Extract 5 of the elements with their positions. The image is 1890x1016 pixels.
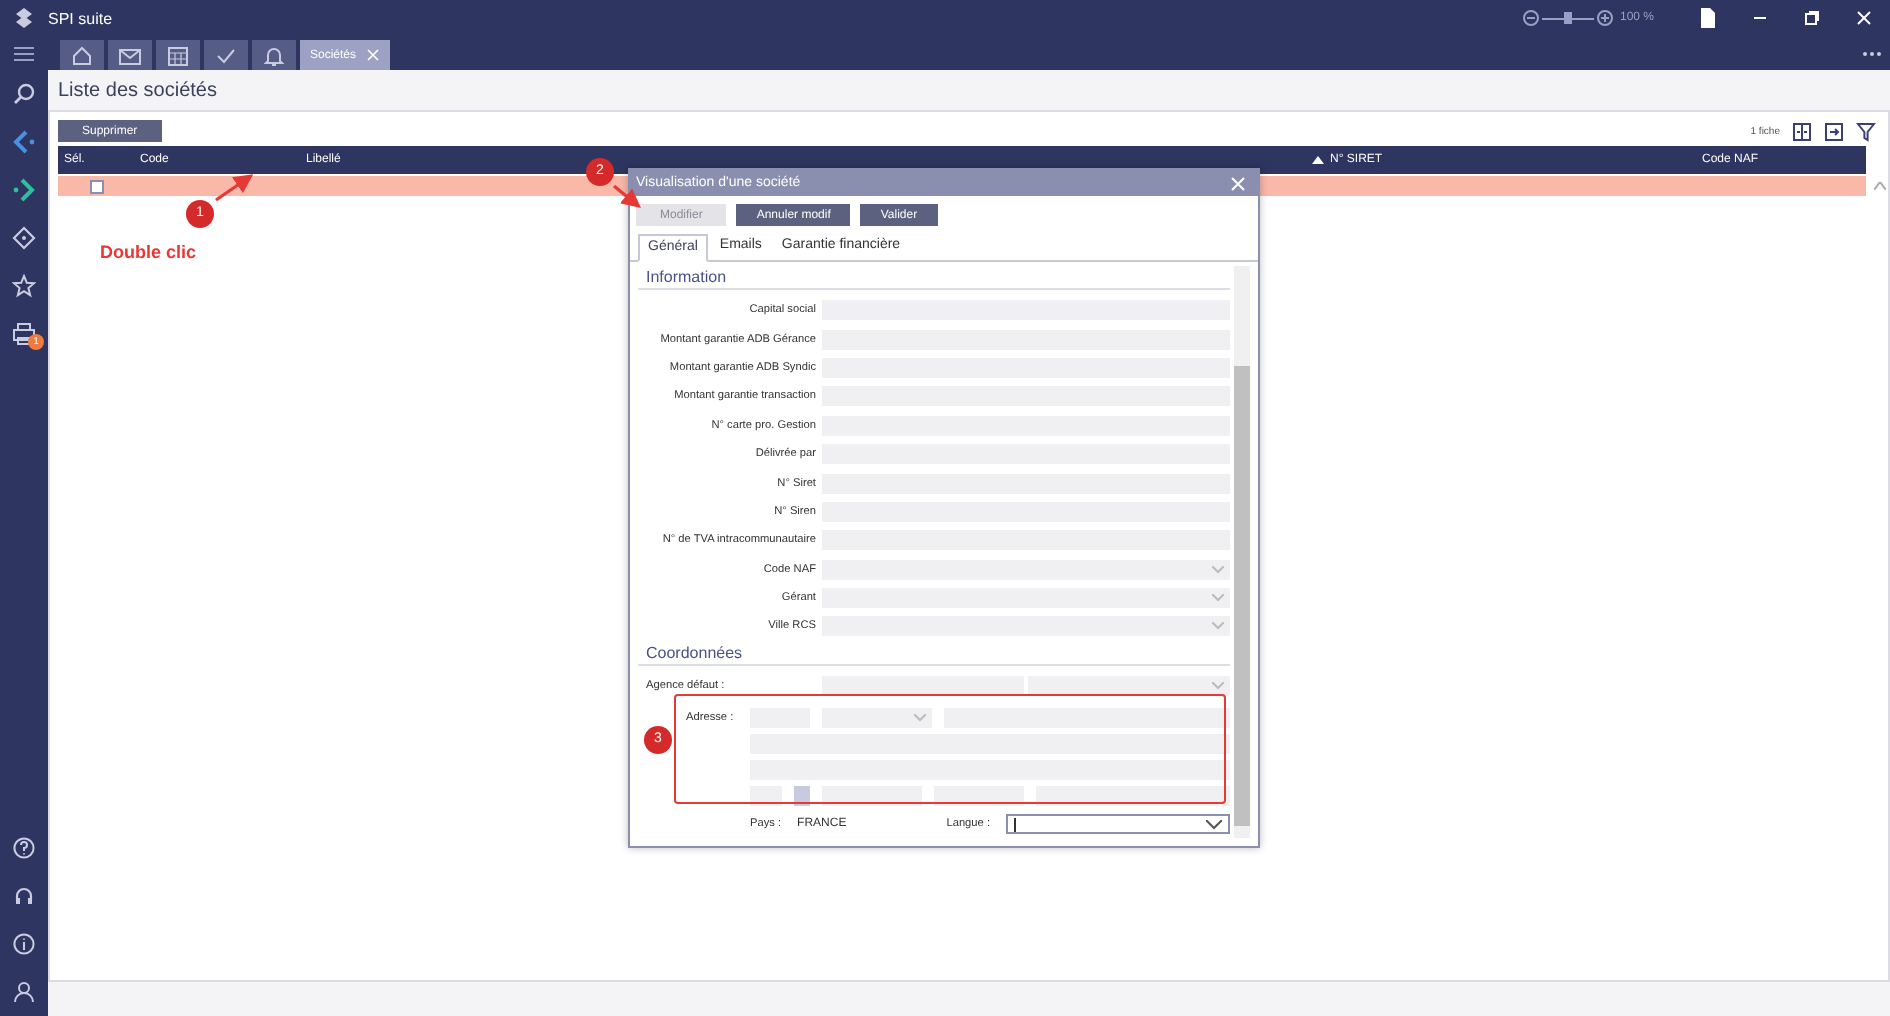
annotation-caption: Double clic xyxy=(100,242,197,262)
section-heading: Coordonnées xyxy=(638,641,1230,666)
page-title: Liste des sociétés xyxy=(58,79,217,101)
app-title: SPI suite xyxy=(48,9,113,27)
section-heading: Information xyxy=(638,266,1230,290)
